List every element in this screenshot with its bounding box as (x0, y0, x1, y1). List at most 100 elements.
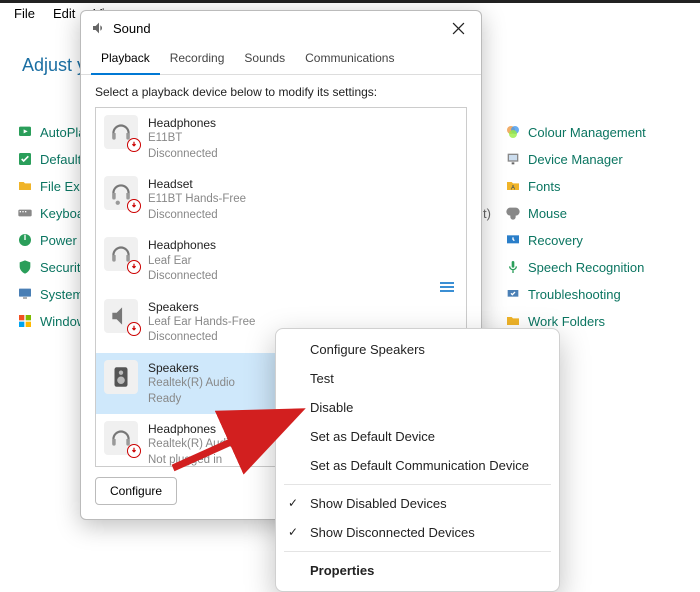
tab-recording[interactable]: Recording (160, 45, 235, 74)
context-item[interactable]: Show Disconnected Devices (276, 518, 559, 547)
cp-link-label: Default (40, 152, 81, 167)
speaker-icon (104, 299, 138, 333)
device-driver: Realtek(R) Audio (148, 376, 235, 392)
cp-link-label: Troubleshooting (528, 287, 621, 302)
context-item[interactable]: Disable (276, 393, 559, 422)
cp-link-security[interactable]: Security (17, 259, 90, 275)
device-name: Headphones (148, 237, 218, 253)
autoplay-icon (17, 124, 33, 140)
device-driver: Realtek(R) Audio (148, 437, 235, 453)
fonts-icon: A (505, 178, 521, 194)
context-menu: Configure SpeakersTestDisableSet as Defa… (275, 328, 560, 592)
device-status: Ready (148, 392, 235, 408)
cp-link-work[interactable]: Work Folders (505, 313, 646, 329)
security-icon (17, 259, 33, 275)
fileexp-icon (17, 178, 33, 194)
svg-text:A: A (511, 185, 515, 191)
cp-link-label: Colour Management (528, 125, 646, 140)
device-name: Headphones (148, 421, 235, 437)
cp-link-autoplay[interactable]: AutoPla (17, 124, 90, 140)
cp-link-label: System (40, 287, 83, 302)
headphones-icon (104, 115, 138, 149)
device-name: Headphones (148, 115, 218, 131)
headset-icon (104, 176, 138, 210)
device-status: Disconnected (148, 208, 246, 224)
cp-link-label: Work Folders (528, 314, 605, 329)
disconnected-badge-icon (127, 260, 141, 274)
cp-link-keyboard[interactable]: Keyboa (17, 205, 90, 221)
cp-link-trouble[interactable]: Troubleshooting (505, 286, 646, 302)
cp-link-fonts[interactable]: A Fonts (505, 178, 646, 194)
disconnected-badge-icon (127, 444, 141, 458)
disconnected-badge-icon (127, 138, 141, 152)
configure-button[interactable]: Configure (95, 477, 177, 505)
cp-link-device[interactable]: Device Manager (505, 151, 646, 167)
cp-link-speech[interactable]: Speech Recognition (505, 259, 646, 275)
trouble-icon (505, 286, 521, 302)
recovery-icon (505, 232, 521, 248)
cp-link-label: Mouse (528, 206, 567, 221)
cp-link-label: Recovery (528, 233, 583, 248)
cp-link-colour[interactable]: Colour Management (505, 124, 646, 140)
device-item[interactable]: HeadphonesE11BTDisconnected (96, 108, 466, 169)
cp-link-fileexp[interactable]: File Exp (17, 178, 90, 194)
tab-communications[interactable]: Communications (295, 45, 404, 74)
dialog-tabs: PlaybackRecordingSoundsCommunications (81, 45, 481, 75)
sound-icon (91, 20, 107, 36)
headphones-icon (104, 237, 138, 271)
cp-link-label: Speech Recognition (528, 260, 644, 275)
device-driver: E11BT (148, 131, 218, 147)
power-icon (17, 232, 33, 248)
cp-link-system[interactable]: System (17, 286, 90, 302)
context-item[interactable]: Properties (276, 556, 559, 585)
context-separator (284, 484, 551, 485)
truncated-text: t) (483, 206, 491, 221)
app-top-border (0, 0, 700, 3)
cp-link-label: Device Manager (528, 152, 623, 167)
device-icon (505, 151, 521, 167)
disconnected-badge-icon (127, 199, 141, 213)
selected-indicator-icon (440, 282, 454, 292)
device-name: Headset (148, 176, 246, 192)
close-button[interactable] (445, 15, 471, 41)
cp-link-power[interactable]: Power C (17, 232, 90, 248)
headphones-icon (104, 421, 138, 455)
instruction-text: Select a playback device below to modify… (95, 85, 467, 99)
device-name: Speakers (148, 299, 255, 315)
context-item[interactable]: Set as Default Communication Device (276, 451, 559, 480)
cp-link-recovery[interactable]: Recovery (505, 232, 646, 248)
mouse-icon (505, 205, 521, 221)
disconnected-badge-icon (127, 322, 141, 336)
cp-link-windows[interactable]: Window (17, 313, 90, 329)
cp-link-label: Keyboa (40, 206, 84, 221)
keyboard-icon (17, 205, 33, 221)
device-driver: Leaf Ear (148, 254, 218, 270)
dialog-titlebar: Sound (81, 11, 481, 45)
device-item[interactable]: HeadphonesLeaf EarDisconnected (96, 230, 466, 291)
device-status: Disconnected (148, 269, 218, 285)
context-item[interactable]: Configure Speakers (276, 335, 559, 364)
tab-playback[interactable]: Playback (91, 45, 160, 75)
context-item[interactable]: Test (276, 364, 559, 393)
device-item[interactable]: HeadsetE11BT Hands-FreeDisconnected (96, 169, 466, 230)
page-heading: Adjust y (22, 55, 86, 76)
tab-sounds[interactable]: Sounds (234, 45, 295, 74)
cp-link-label: Fonts (528, 179, 561, 194)
cp-link-mouse[interactable]: Mouse (505, 205, 646, 221)
dialog-title: Sound (113, 21, 445, 36)
device-status: Not plugged in (148, 453, 235, 466)
windows-icon (17, 313, 33, 329)
work-icon (505, 313, 521, 329)
context-item[interactable]: Show Disabled Devices (276, 489, 559, 518)
context-item[interactable]: Set as Default Device (276, 422, 559, 451)
menu-file[interactable]: File (6, 4, 43, 23)
device-driver: Leaf Ear Hands-Free (148, 315, 255, 331)
cp-link-label: AutoPla (40, 125, 86, 140)
cp-link-default[interactable]: Default (17, 151, 90, 167)
device-status: Disconnected (148, 147, 218, 163)
device-status: Disconnected (148, 330, 255, 346)
default-icon (17, 151, 33, 167)
speech-icon (505, 259, 521, 275)
menu-edit[interactable]: Edit (45, 4, 83, 23)
speakerbox-icon (104, 360, 138, 394)
